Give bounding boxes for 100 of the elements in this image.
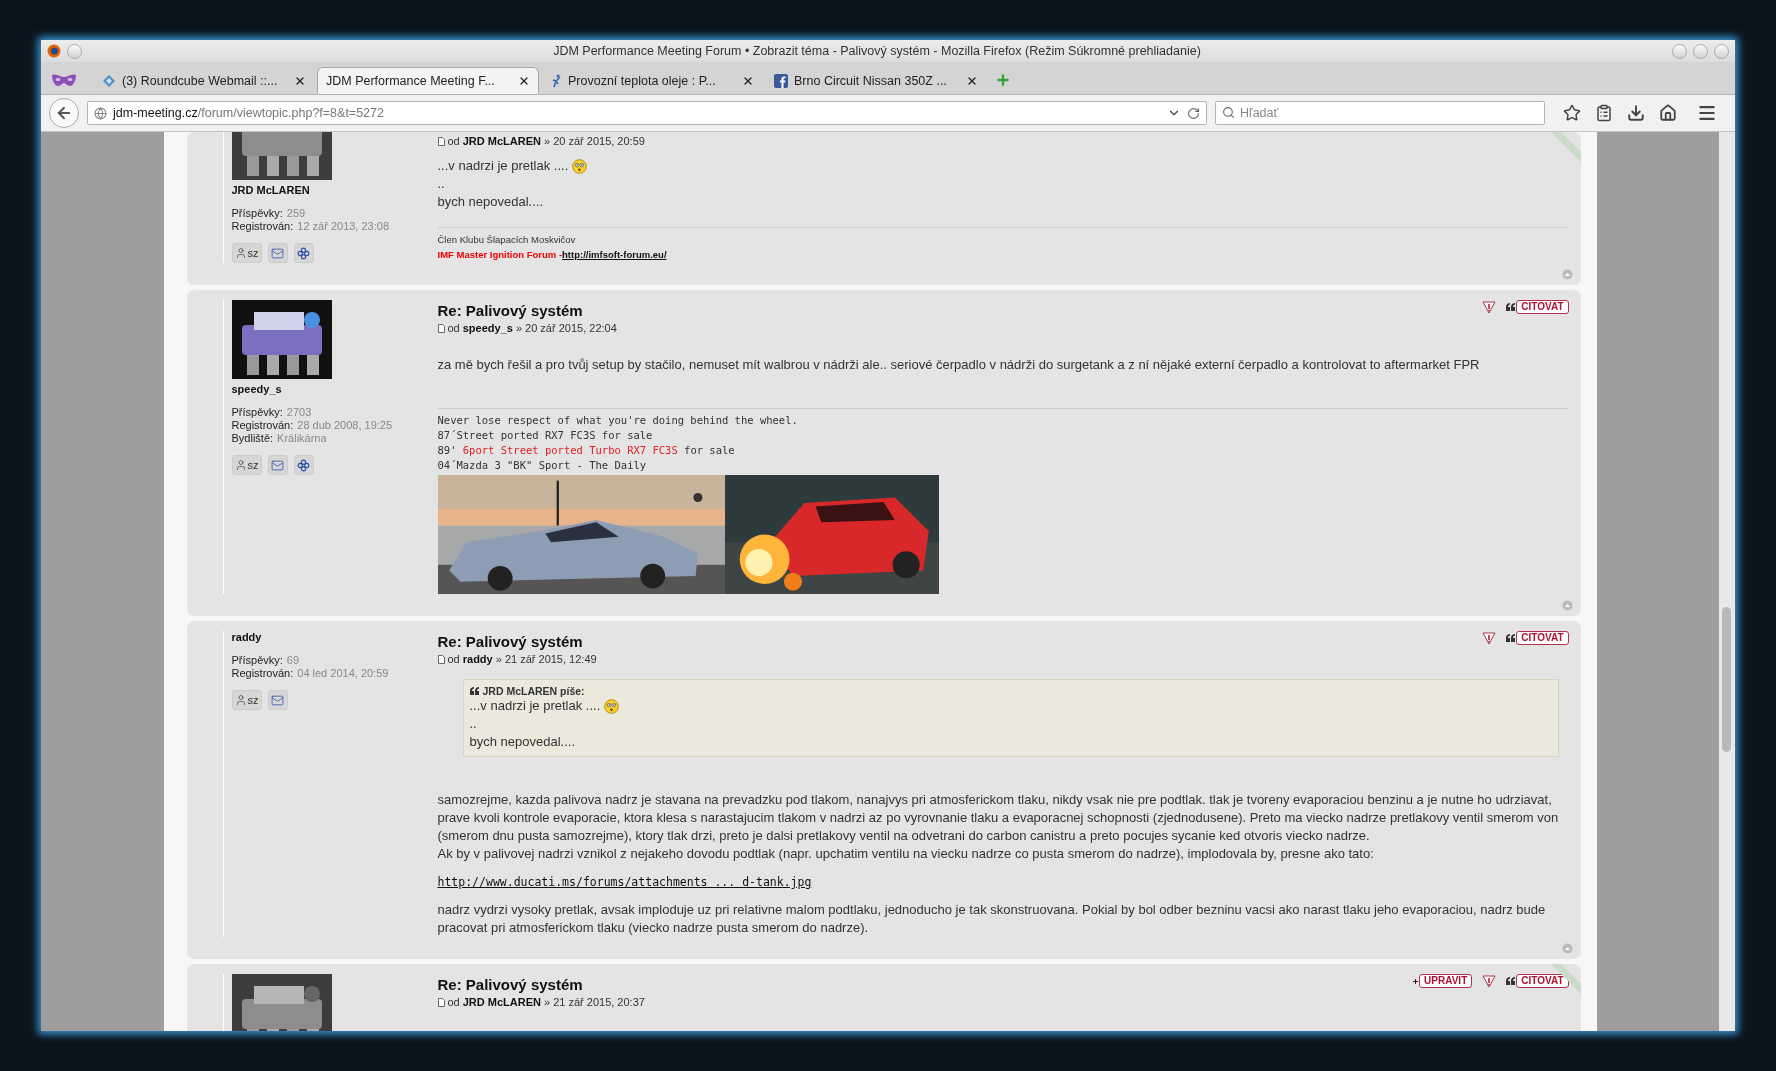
- post-text: bych nepovedal....: [437, 193, 544, 211]
- private-message-button[interactable]: sz: [231, 690, 262, 710]
- post-title[interactable]: Re: Palivový systém: [437, 631, 1483, 650]
- stat-label: Registrován:: [231, 220, 294, 232]
- post-text: ...v nadrzi je pretlak ....: [437, 157, 569, 175]
- mask-icon: [51, 73, 77, 87]
- browser-tab[interactable]: Provozní teplota oleje : P...: [541, 67, 763, 94]
- quote-icon: [1506, 303, 1516, 311]
- website-button[interactable]: [293, 243, 314, 263]
- back-button[interactable]: [49, 98, 79, 128]
- meta-text: od: [447, 135, 460, 147]
- post-icon: [437, 997, 445, 1007]
- reload-icon[interactable]: [1187, 106, 1200, 120]
- link[interactable]: http://www.ducati.ms/forums/attachments ... d-tank.jpg: [437, 875, 812, 889]
- stat-value: 04 led 2014, 20:59: [297, 667, 389, 679]
- address-field[interactable]: jdm-meeting.cz/forum/viewtopic.php?f=8&t=5272: [87, 101, 1207, 125]
- stat-value: Králikárna: [277, 432, 327, 444]
- bookmark-icon[interactable]: [1563, 104, 1581, 122]
- report-button[interactable]: [1482, 631, 1497, 645]
- firefox-icon: [47, 44, 61, 58]
- author-link[interactable]: JRD McLAREN: [462, 996, 541, 1008]
- close-icon[interactable]: [518, 75, 530, 87]
- author-link[interactable]: raddy: [462, 653, 493, 665]
- stat-label: Registrován:: [231, 667, 294, 679]
- author-name[interactable]: speedy_s: [231, 383, 438, 395]
- post-text: samozrejme, kazda palivova nadrz je stavana na prevadzku pod tlakom, nanajvys pri atmosferickom tlaku, nikdy vsak nie pre podtlak. tlak je tvoreny evaporaciou benzinu a je nutne ho udrziavat, prave kvoli kontrole evaporacie, ktora klesa s narastajucim tlakom v nadrzi az po vyrovnanie tlaku a evaporacnej schopnosti (zjednodusene). Preto ma viecko nadrze pretlakovy ventil smerom von (smerom dnu pusta samozrejme), ktory tlak drzi, preto je dalsi pretlakovy ventil na odvetrani do carbon canistru a preto pocujes sycanie ked otvoris viecko nadrze.: [437, 791, 1560, 845]
- author-link[interactable]: JRD McLAREN: [462, 135, 541, 147]
- post-icon: [437, 323, 445, 333]
- signature-text: 87´Street ported RX7 FC3S for sale: [437, 428, 654, 443]
- menu-icon[interactable]: [1697, 103, 1717, 123]
- post-title[interactable]: Re: Palivový systém: [437, 974, 1414, 993]
- post-text: za mě bych řešil a pro tvůj setup by stačilo, nemuset mít walbrou v nádrži ale.. seriové čerpadlo v nádrži do surgetank a z ní nějaké externí čerpadlo a kontrolovat to aftermarket FPR: [437, 356, 1481, 374]
- meta-text: od: [447, 996, 460, 1008]
- author-name[interactable]: JRD McLAREN: [231, 184, 438, 196]
- window-title: JDM Performance Meeting Forum • Zobrazit téma - Palivový systém - Mozilla Firefox (Režim Súkromné prehliadanie): [552, 44, 1202, 58]
- stat-label: Příspěvky:: [231, 207, 283, 219]
- signature-text: Never lose respect of what you're doing behind the wheel.: [437, 413, 799, 428]
- plus-icon: [1413, 978, 1419, 984]
- globe-icon: [94, 106, 107, 120]
- meta-text: od: [447, 322, 460, 334]
- browser-tab[interactable]: Brno Circuit Nissan 350Z ...: [765, 67, 987, 94]
- diamond-icon: [102, 74, 116, 88]
- quote-author: JRD McLAREN píše:: [482, 685, 585, 697]
- website-button[interactable]: [293, 455, 314, 475]
- stat-value: 259: [286, 207, 306, 219]
- quote-icon: [1506, 634, 1516, 642]
- post-date: » 20 zář 2015, 22:04: [515, 322, 617, 334]
- author-link[interactable]: speedy_s: [462, 322, 513, 334]
- download-icon[interactable]: [1627, 104, 1645, 122]
- post-text: ...v nadrzi je pretlak ....: [469, 697, 601, 715]
- signature-text: Člen Klubu Šlapacích Moskvičov: [437, 233, 577, 247]
- signature-text: IMF Master Ignition Forum -: [437, 248, 563, 262]
- stat-label: Bydliště:: [231, 432, 274, 444]
- browser-tab[interactable]: (3) Roundcube Webmail ::...: [93, 67, 315, 94]
- browser-tab[interactable]: JDM Performance Meeting F...: [317, 67, 539, 94]
- scrollbar[interactable]: [1719, 132, 1735, 1031]
- flower-icon: [297, 458, 310, 472]
- person-icon: [234, 694, 247, 706]
- person-icon: [234, 247, 247, 259]
- email-button[interactable]: [267, 690, 288, 710]
- runner-icon: [550, 74, 562, 88]
- close-icon[interactable]: [742, 75, 754, 87]
- stat-value: 12 zář 2013, 23:08: [297, 220, 389, 232]
- stat-value: 2703: [286, 406, 312, 418]
- author-name[interactable]: raddy: [231, 631, 438, 643]
- home-icon[interactable]: [1659, 104, 1677, 122]
- url-text: jdm-meeting.cz/forum/viewtopic.php?f=8&t=5272: [113, 106, 385, 120]
- post-text: bych nepovedal....: [469, 733, 576, 751]
- post-text: nadrz vydrzi vysoky pretlak, avsak imploduje uz pri relativne malom podtlaku, jednoducho je tak skonstruovana. Pokial by bol odber bezninu vacsi ako narast tlaku jeho evaporaciou, nadrz bude pracovat pri atmosferickom tlaku (viecko nadrze pusta smerom do nadrze).: [437, 901, 1547, 937]
- post-text: ..: [437, 175, 445, 193]
- facebook-icon: [774, 74, 788, 88]
- post-title[interactable]: Re: Palivový systém: [437, 300, 1483, 319]
- report-button[interactable]: [1482, 300, 1497, 314]
- search-field[interactable]: Hľadať: [1215, 101, 1545, 125]
- email-button[interactable]: [267, 455, 288, 475]
- close-icon[interactable]: [966, 75, 978, 87]
- report-button[interactable]: [1482, 974, 1497, 988]
- stat-label: Příspěvky:: [231, 654, 283, 666]
- meta-text: od: [447, 653, 460, 665]
- link[interactable]: http://imfsoft-forum.eu/: [562, 248, 667, 262]
- stat-label: Registrován:: [231, 419, 294, 431]
- post-text: ..: [469, 715, 477, 733]
- close-icon[interactable]: [294, 75, 306, 87]
- post-icon: [437, 654, 445, 664]
- stat-value: 69: [286, 654, 300, 666]
- quote-icon: [469, 687, 479, 695]
- clipboard-icon[interactable]: [1595, 104, 1613, 122]
- post-date: » 21 zář 2015, 12:49: [495, 653, 597, 665]
- mail-icon: [271, 246, 284, 260]
- signature-text: 89' 6port Street ported Turbo RX7 FC3S for sale: [437, 443, 736, 458]
- mail-icon: [271, 458, 284, 472]
- post-date: » 20 zář 2015, 20:59: [544, 135, 645, 147]
- private-message-button[interactable]: sz: [231, 243, 262, 263]
- email-button[interactable]: [267, 243, 288, 263]
- private-message-button[interactable]: sz: [231, 455, 262, 475]
- post-icon: [437, 136, 445, 146]
- person-icon: [234, 459, 247, 471]
- stat-value: 28 dub 2008, 19:25: [297, 419, 393, 431]
- mail-icon: [271, 693, 284, 707]
- post-text: Ak by v palivovej nadrzi vznikol z nejakeho dovodu podtlak (napr. upchatim ventilu na viecku nadrze co pusta smerom do nadrze), implodovala by, presne ako tato:: [437, 845, 1375, 863]
